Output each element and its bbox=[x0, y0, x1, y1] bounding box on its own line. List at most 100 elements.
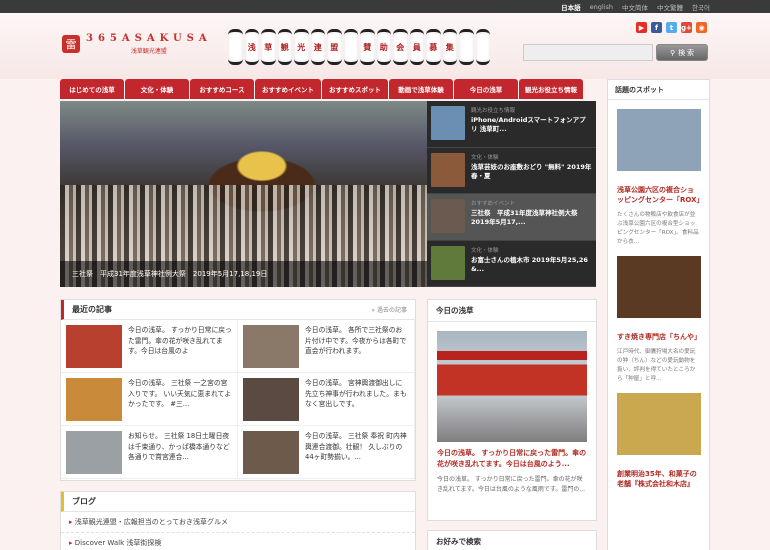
today-description: 今日の浅草。 すっかり日常に戻った雷門。傘の花が咲き乱れてます。今日は台風のよう… bbox=[437, 476, 586, 493]
lantern-banner[interactable]: 浅草観光連盟賛助会員募集 bbox=[228, 29, 490, 65]
lang-link-japanese[interactable]: 日本語 bbox=[561, 2, 581, 12]
recent-article-item[interactable]: 今日の浅草。 すっかり日常に戻った雷門。傘の花が咲き乱れてます。今日は台風のよ bbox=[61, 320, 238, 373]
rss-icon[interactable]: ◉ bbox=[696, 22, 707, 33]
today-title-link[interactable]: 今日の浅草。 すっかり日常に戻った雷門。傘の花が咲き乱れてます。今日は台風のよう… bbox=[437, 448, 587, 469]
logo-title: 365ASAKUSA bbox=[86, 33, 212, 44]
topic-spots-heading: 話題のスポット bbox=[608, 80, 709, 100]
lantern: 助 bbox=[376, 29, 391, 65]
lantern bbox=[343, 29, 358, 65]
recent-article-item[interactable]: 今日の浅草。 三社祭 奉祝 町内神輿連合渡御。壮観！ 久しぶりの44ヶ町勢揃い。… bbox=[238, 426, 415, 479]
lantern: 観 bbox=[277, 29, 292, 65]
slider-thumbnail-list: 観光お役立ち情報 iPhone/Androidスマートフォンアプリ 浅草町... 文… bbox=[427, 101, 596, 287]
today-heading: 今日の浅草 bbox=[428, 300, 596, 322]
slider-item[interactable]: おすすめイベント 三社祭 平成31年度浅草神社例大祭 2019年5月17,... bbox=[427, 194, 596, 241]
blog-header: ブログ bbox=[61, 492, 415, 512]
nav-tab-events[interactable]: おすすめイベント bbox=[255, 79, 321, 99]
lantern: 連 bbox=[310, 29, 325, 65]
slider-thumbnail bbox=[431, 152, 465, 187]
past-articles-link[interactable]: » 過去の記事 bbox=[371, 305, 407, 314]
slider-category: おすすめイベント bbox=[471, 201, 516, 207]
lantern: 草 bbox=[261, 29, 276, 65]
nav-tab-culture[interactable]: 文化・体験 bbox=[125, 79, 189, 99]
lantern: 員 bbox=[409, 29, 424, 65]
hero-caption[interactable]: 三社祭 平成31年度浅草神社例大祭 2019年5月17,18,19日 bbox=[60, 261, 427, 287]
search-icon: ⚲ bbox=[669, 49, 676, 57]
topic-spots-sidebar: 話題のスポット 浅草公園六区の複合ショッピングセンター「ROX」たくさんの物販店… bbox=[607, 79, 710, 550]
lantern: 募 bbox=[426, 29, 441, 65]
recent-articles-header: 最近の記事 » 過去の記事 bbox=[61, 300, 415, 320]
recent-article-item[interactable]: お知らせ。 三社祭 18日土曜日夜は千束通り、かっぱ橋本通りなど各通りで賞宮連合… bbox=[61, 426, 238, 479]
article-thumbnail bbox=[243, 378, 299, 421]
topic-spot-item[interactable]: 創業明治35年、和菓子の老舗『株式会社和木店』 bbox=[608, 384, 709, 489]
spot-title[interactable]: 浅草公園六区の複合ショッピングセンター「ROX」 bbox=[617, 185, 704, 205]
slider-thumbnail bbox=[431, 199, 465, 233]
article-thumbnail bbox=[243, 325, 299, 368]
slider-thumbnail bbox=[431, 245, 465, 280]
lantern bbox=[459, 29, 474, 65]
topic-spot-item[interactable]: 浅草公園六区の複合ショッピングセンター「ROX」たくさんの物販店や飲食店が並ぶ浅… bbox=[608, 100, 709, 247]
search-button-label: 検 索 bbox=[678, 49, 695, 57]
lantern bbox=[228, 29, 243, 65]
article-excerpt: 今日の浅草。 宮神輿渡御出しに先立ち神事が行われました。まもなく宮出しです。 bbox=[305, 379, 407, 409]
site-logo[interactable]: 雷 365ASAKUSA 浅草観光連盟 bbox=[62, 33, 212, 55]
topic-spot-item[interactable]: すき焼き専門店「ちんや」江戸時代、御鷹狩場大名の愛玩の狆（ちん）などの愛玩動物を… bbox=[608, 247, 709, 384]
social-links: ▶ f t g+ ◉ bbox=[636, 22, 707, 33]
spot-description: 江戸時代、御鷹狩場大名の愛玩の狆（ちん）などの愛玩動物を扱い、評判を得ていたとこ… bbox=[617, 349, 696, 382]
slider-item[interactable]: 観光お役立ち情報 iPhone/Androidスマートフォンアプリ 浅草町... bbox=[427, 101, 596, 148]
site-search: ⚲ 検 索 bbox=[523, 44, 708, 61]
slider-title: お富士さんの植木市 2019年5月25,26 &... bbox=[471, 255, 588, 273]
facebook-icon[interactable]: f bbox=[651, 22, 662, 33]
lantern: 会 bbox=[393, 29, 408, 65]
slider-item[interactable]: 文化・体験 お富士さんの植木市 2019年5月25,26 &... bbox=[427, 241, 596, 287]
lang-link-chinese-simplified[interactable]: 中文简体 bbox=[622, 2, 648, 12]
recent-article-item[interactable]: 今日の浅草。 三社祭 一之宮の宮入りです。 いい天気に恵まれてよかったです。 #… bbox=[61, 373, 238, 426]
article-excerpt: 今日の浅草。 すっかり日常に戻った雷門。傘の花が咲き乱れてます。今日は台風のよ bbox=[128, 326, 232, 356]
spot-title[interactable]: 創業明治35年、和菓子の老舗『株式会社和木店』 bbox=[617, 469, 700, 489]
nav-tab-info[interactable]: 観光お役立ち情報 bbox=[519, 79, 583, 99]
nav-tab-courses[interactable]: おすすめコース bbox=[190, 79, 254, 99]
googleplus-icon[interactable]: g+ bbox=[681, 22, 692, 33]
spot-description: たくさんの物販店や飲食店が並ぶ浅草公園六区の複合型ショッピングセンター「ROX」… bbox=[617, 212, 699, 246]
hero-slide-image[interactable]: 三社祭 平成31年度浅草神社例大祭 2019年5月17,18,19日 bbox=[60, 101, 427, 287]
nav-tab-spots[interactable]: おすすめスポット bbox=[322, 79, 388, 99]
lang-link-english[interactable]: english bbox=[590, 3, 613, 11]
preference-search-heading: お好みで検索 bbox=[436, 536, 481, 546]
spot-title[interactable]: すき焼き専門店「ちんや」 bbox=[617, 332, 701, 342]
search-input[interactable] bbox=[523, 44, 653, 61]
lang-link-chinese-traditional[interactable]: 中文繁體 bbox=[657, 2, 683, 12]
slider-category: 文化・体験 bbox=[471, 154, 499, 161]
recent-article-item[interactable]: 今日の浅草。 宮神輿渡御出しに先立ち神事が行われました。まもなく宮出しです。 bbox=[238, 373, 415, 426]
blog-box: ブログ 浅草観光連盟・広報担当のとっておき浅草グルメ Discover Walk… bbox=[60, 491, 416, 550]
nav-tab-videos[interactable]: 動画で浅草体験 bbox=[389, 79, 453, 99]
slider-item[interactable]: 文化・体験 浅草芸妓のお座敷おどり "無料" 2019年 春・夏 bbox=[427, 148, 596, 194]
search-button[interactable]: ⚲ 検 索 bbox=[656, 44, 708, 61]
youtube-icon[interactable]: ▶ bbox=[636, 22, 647, 33]
article-thumbnail bbox=[243, 431, 299, 474]
nav-tab-first-time[interactable]: はじめての浅草 bbox=[60, 79, 124, 99]
recent-articles-title: 最近の記事 bbox=[72, 305, 112, 314]
lantern: 光 bbox=[294, 29, 309, 65]
nav-tab-today[interactable]: 今日の浅草 bbox=[454, 79, 518, 99]
lantern: 浅 bbox=[244, 29, 259, 65]
blog-link[interactable]: 浅草観光連盟・広報担当のとっておき浅草グルメ bbox=[61, 512, 415, 533]
article-thumbnail bbox=[66, 378, 122, 421]
slider-thumbnail bbox=[431, 106, 465, 140]
today-asakusa-box: 今日の浅草 今日の浅草。 すっかり日常に戻った雷門。傘の花が咲き乱れてます。今日… bbox=[427, 299, 597, 521]
main-nav: はじめての浅草 文化・体験 おすすめコース おすすめイベント おすすめスポット … bbox=[60, 79, 583, 99]
blog-link[interactable]: Discover Walk 浅草街探検 bbox=[61, 533, 415, 550]
spot-photo bbox=[617, 392, 701, 455]
logo-subtitle: 浅草観光連盟 bbox=[130, 48, 167, 55]
kaminarimon-photo[interactable] bbox=[437, 331, 587, 442]
article-excerpt: 今日の浅草。 三社祭 奉祝 町内神輿連合渡御。壮観！ 久しぶりの44ヶ町勢揃い。… bbox=[305, 432, 407, 462]
site-header: 雷 365ASAKUSA 浅草観光連盟 浅草観光連盟賛助会員募集 ▶ f t g+ ◉ … bbox=[0, 13, 770, 79]
article-thumbnail bbox=[66, 431, 122, 474]
twitter-icon[interactable]: t bbox=[666, 22, 677, 33]
language-bar: 日本語 english 中文简体 中文繁體 한국어 bbox=[0, 0, 770, 13]
lantern: 盟 bbox=[327, 29, 342, 65]
spot-photo bbox=[617, 256, 701, 319]
blog-title: ブログ bbox=[72, 497, 96, 506]
recent-article-item[interactable]: 今日の浅草。 各所で三社祭のお片付け中です。今夜からは各町で直会が行われます。 bbox=[238, 320, 415, 373]
slider-title: 浅草芸妓のお座敷おどり "無料" 2019年 春・夏 bbox=[471, 162, 592, 180]
article-excerpt: お知らせ。 三社祭 18日土曜日夜は千束通り、かっぱ橋本通りなど各通りで賞宮連合… bbox=[128, 432, 230, 462]
lang-link-korean[interactable]: 한국어 bbox=[692, 2, 710, 12]
